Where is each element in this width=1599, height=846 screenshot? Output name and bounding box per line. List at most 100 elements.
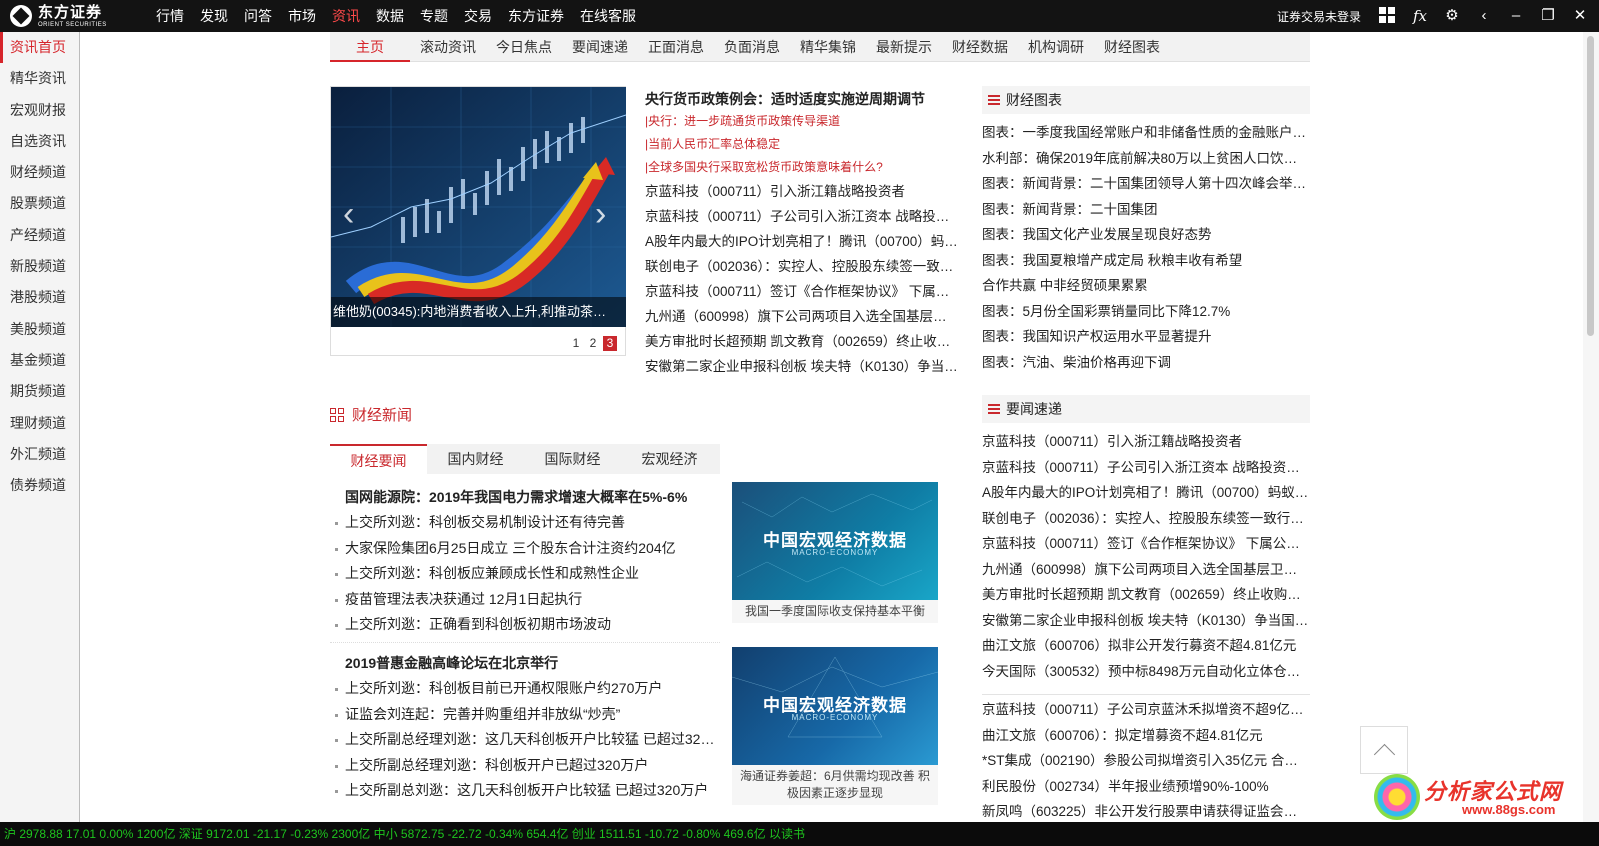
- list-item[interactable]: 上交所副总经理刘逖：科创板开户已超过320万户: [330, 753, 720, 779]
- list-item[interactable]: 图表：我国文化产业发展呈现良好态势: [982, 222, 1310, 248]
- sidebar-item[interactable]: 外汇频道: [0, 439, 79, 470]
- list-item[interactable]: 利民股份（002734）半年报业绩预增90%-100%: [982, 774, 1310, 800]
- topnav-item[interactable]: 资讯: [324, 0, 368, 32]
- headline-subitem[interactable]: |当前人民币汇率总体稳定: [645, 133, 960, 156]
- list-item[interactable]: 水利部：确保2019年底前解决80万以上贫困人口饮水…: [982, 146, 1310, 172]
- sidebar-item[interactable]: 财经频道: [0, 157, 79, 188]
- sidebar-item[interactable]: 资讯首页: [0, 32, 79, 64]
- close-icon[interactable]: ✕: [1571, 7, 1589, 25]
- list-item[interactable]: 今天国际（300532）预中标8498万元自动化立体仓库…: [982, 659, 1310, 685]
- list-item[interactable]: 联创电子（002036）：实控人、控股股东续签一致行…: [982, 506, 1310, 532]
- headline-news-item[interactable]: 京蓝科技（000711）引入浙江籍战略投资者: [645, 179, 960, 204]
- scrollbar[interactable]: [1583, 32, 1599, 822]
- sidebar-item[interactable]: 债券频道: [0, 470, 79, 501]
- list-item[interactable]: 上交所副总经理刘逖：这几天科创板开户比较猛 已超过320…: [330, 727, 720, 753]
- caijing-tab[interactable]: 国内财经: [427, 444, 524, 474]
- carousel-next-icon[interactable]: ›: [595, 197, 606, 231]
- sidebar-item[interactable]: 股票频道: [0, 188, 79, 219]
- list-item[interactable]: 上交所副总刘逖：这几天科创板开户比较猛 已超过320万户: [330, 778, 720, 804]
- list-item[interactable]: 证监会刘连起：完善并购重组并非放纵“炒壳”: [330, 702, 720, 728]
- list-item[interactable]: 京蓝科技（000711）引入浙江籍战略投资者: [982, 429, 1310, 455]
- news-block-title[interactable]: 2019普惠金融高峰论坛在北京举行: [330, 650, 720, 676]
- sidebar-item[interactable]: 产经频道: [0, 220, 79, 251]
- macro-card[interactable]: 中国宏观经济数据 MACRO-ECONOMY 海通证券姜超：6月供需均现改善 积…: [732, 647, 938, 805]
- list-item[interactable]: 合作共赢 中非经贸硕果累累: [982, 273, 1310, 299]
- topnav-item[interactable]: 发现: [192, 0, 236, 32]
- sidebar-item[interactable]: 港股频道: [0, 282, 79, 313]
- carousel-page-button[interactable]: 2: [586, 336, 600, 351]
- topnav-item[interactable]: 数据: [368, 0, 412, 32]
- topnav-item[interactable]: 在线客服: [572, 0, 644, 32]
- subnav-tab[interactable]: 滚动资讯: [410, 32, 486, 62]
- list-item[interactable]: 美方审批时长超预期 凯文教育（002659）终止收购…: [982, 582, 1310, 608]
- headline-subitem[interactable]: |央行：进一步疏通货币政策传导渠道: [645, 110, 960, 133]
- subnav-tab[interactable]: 最新提示: [866, 32, 942, 62]
- list-item[interactable]: 曲江文旅（600706）拟非公开发行募资不超4.81亿元: [982, 633, 1310, 659]
- headline-news-item[interactable]: 京蓝科技（000711）签订《合作框架协议》 下属…: [645, 279, 960, 304]
- subnav-tab[interactable]: 负面消息: [714, 32, 790, 62]
- sidebar-item[interactable]: 新股频道: [0, 251, 79, 282]
- list-item[interactable]: 新凤鸣（603225）非公开发行股票申请获得证监会审…: [982, 799, 1310, 825]
- list-item[interactable]: 大家保险集团6月25日成立 三个股东合计注资约204亿: [330, 536, 720, 562]
- headline-news-item[interactable]: 联创电子（002036）：实控人、控股股东续签一致…: [645, 254, 960, 279]
- list-item[interactable]: 上交所刘逖：科创板目前已开通权限账户约270万户: [330, 676, 720, 702]
- list-item[interactable]: 京蓝科技（000711）子公司引入浙江资本 战略投资…: [982, 455, 1310, 481]
- news-block-title[interactable]: 国网能源院：2019年我国电力需求增速大概率在5%-6%: [330, 484, 720, 510]
- list-item[interactable]: 上交所刘逖：科创板应兼顾成长性和成熟性企业: [330, 561, 720, 587]
- headline-news-item[interactable]: 美方审批时长超预期 凯文教育（002659）终止收…: [645, 329, 960, 354]
- topnav-item[interactable]: 交易: [456, 0, 500, 32]
- headline-subitem[interactable]: |全球多国央行采取宽松货币政策意味着什么?: [645, 156, 960, 179]
- list-item[interactable]: 图表：5月份全国彩票销量同比下降12.7%: [982, 299, 1310, 325]
- sidebar-item[interactable]: 美股频道: [0, 314, 79, 345]
- carousel-caption[interactable]: 维他奶(00345):内地消费者收入上升,利推动茶…: [331, 297, 626, 327]
- carousel-page-button[interactable]: 3: [603, 336, 617, 351]
- topnav-item[interactable]: 东方证券: [500, 0, 572, 32]
- list-item[interactable]: 图表：我国知识产权运用水平显著提升: [982, 324, 1310, 350]
- sidebar-item[interactable]: 宏观财报: [0, 95, 79, 126]
- list-item[interactable]: 图表：我国夏粮增产成定局 秋粮丰收有希望: [982, 248, 1310, 274]
- caijing-tab[interactable]: 国际财经: [524, 444, 621, 474]
- list-item[interactable]: 上交所刘逖：正确看到科创板初期市场波动: [330, 612, 720, 638]
- sidebar-item[interactable]: 理财频道: [0, 408, 79, 439]
- grid-icon[interactable]: [1379, 7, 1397, 25]
- market-ticker[interactable]: 沪 2978.88 17.01 0.00% 1200亿 深证 9172.01 -…: [0, 822, 1599, 846]
- sidebar-item[interactable]: 精华资讯: [0, 63, 79, 94]
- back-to-top-button[interactable]: [1360, 726, 1408, 774]
- sidebar-item[interactable]: 自选资讯: [0, 126, 79, 157]
- caijing-tab[interactable]: 宏观经济: [621, 444, 718, 474]
- headline-title[interactable]: 央行货币政策例会：适时适度实施逆周期调节: [645, 88, 960, 110]
- back-icon[interactable]: ‹: [1475, 7, 1493, 25]
- topnav-item[interactable]: 行情: [148, 0, 192, 32]
- carousel-page-button[interactable]: 1: [569, 336, 583, 351]
- headline-news-item[interactable]: 安徽第二家企业申报科创板 埃夫特（K0130）争当…: [645, 354, 960, 379]
- list-item[interactable]: 曲江文旅（600706）：拟定增募资不超4.81亿元: [982, 723, 1310, 749]
- subnav-tab[interactable]: 今日焦点: [486, 32, 562, 62]
- subnav-tab[interactable]: 财经图表: [1094, 32, 1170, 62]
- topnav-item[interactable]: 市场: [280, 0, 324, 32]
- login-status[interactable]: 证券交易未登录: [1277, 8, 1361, 25]
- list-item[interactable]: 上交所刘逖：科创板交易机制设计还有待完善: [330, 510, 720, 536]
- list-item[interactable]: 安徽第二家企业申报科创板 埃夫特（K0130）争当国…: [982, 608, 1310, 634]
- headline-news-item[interactable]: A股年内最大的IPO计划亮相了！腾讯（00700）蚂…: [645, 229, 960, 254]
- list-item[interactable]: *ST集成（002190）参股公司拟增资引入35亿元 合作…: [982, 748, 1310, 774]
- list-item[interactable]: 疫苗管理法表决获通过 12月1日起执行: [330, 587, 720, 613]
- list-item[interactable]: 京蓝科技（000711）签订《合作框架协议》 下属公…: [982, 531, 1310, 557]
- minimize-icon[interactable]: –: [1507, 7, 1525, 25]
- list-item[interactable]: 图表：新闻背景：二十国集团: [982, 197, 1310, 223]
- subnav-tab[interactable]: 正面消息: [638, 32, 714, 62]
- subnav-tab[interactable]: 主页: [330, 32, 410, 62]
- list-item[interactable]: 九州通（600998）旗下公司两项目入选全国基层卫生…: [982, 557, 1310, 583]
- list-item[interactable]: 图表：汽油、柴油价格再迎下调: [982, 350, 1310, 376]
- headline-news-item[interactable]: 九州通（600998）旗下公司两项目入选全国基层卫…: [645, 304, 960, 329]
- subnav-tab[interactable]: 机构调研: [1018, 32, 1094, 62]
- subnav-tab[interactable]: 财经数据: [942, 32, 1018, 62]
- topnav-item[interactable]: 问答: [236, 0, 280, 32]
- list-item[interactable]: A股年内最大的IPO计划亮相了！腾讯（00700）蚂蚁…: [982, 480, 1310, 506]
- carousel-prev-icon[interactable]: ‹: [343, 197, 354, 231]
- topnav-item[interactable]: 专题: [412, 0, 456, 32]
- list-item[interactable]: 京蓝科技（000711）子公司京蓝沐禾拟增资不超9亿…: [982, 697, 1310, 723]
- sidebar-item[interactable]: 基金频道: [0, 345, 79, 376]
- list-item[interactable]: 图表：一季度我国经常账户和非储备性质的金融账户…: [982, 120, 1310, 146]
- carousel-slide[interactable]: ‹ › 维他奶(00345):内地消费者收入上升,利推动茶…: [331, 87, 626, 327]
- gear-icon[interactable]: ⚙: [1443, 7, 1461, 25]
